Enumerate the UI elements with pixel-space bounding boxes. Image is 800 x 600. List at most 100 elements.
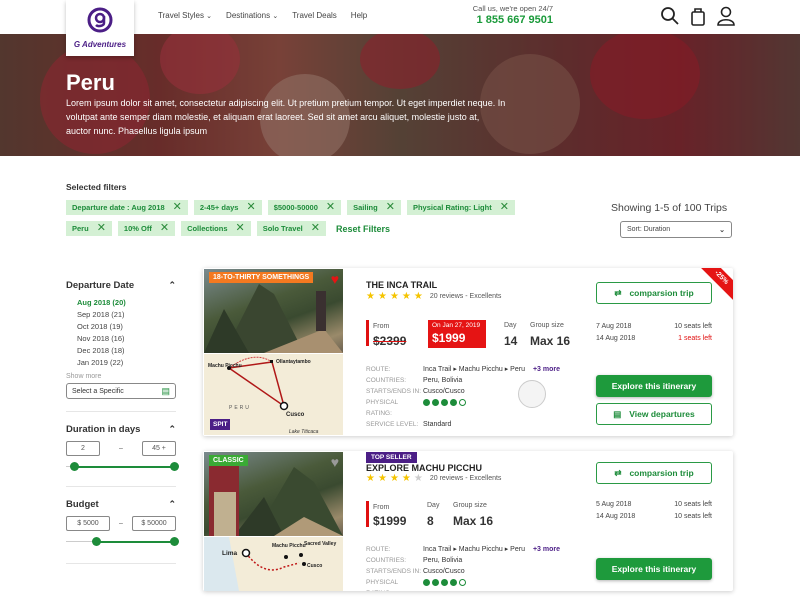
filter-sidebar: Departure Date ⌃ Aug 2018 (20) Sep 2018 (…: [66, 268, 179, 564]
nav-help[interactable]: Help: [351, 11, 367, 20]
detail-key: PHYSICAL RATING:: [366, 579, 398, 591]
budget-max-input[interactable]: $ 50000: [132, 516, 176, 531]
departure-row[interactable]: 5 Aug 2018 10 seats left: [596, 501, 712, 508]
date-option[interactable]: Sep 2018 (21): [66, 309, 176, 321]
close-icon[interactable]: ✕: [97, 223, 106, 234]
chevron-up-icon[interactable]: ⌃: [168, 424, 176, 435]
reset-filters-link[interactable]: Reset Filters: [336, 224, 390, 234]
more-route-link[interactable]: +3 more: [533, 364, 560, 375]
duration-slider[interactable]: [66, 462, 179, 472]
map-label: Sacred Valley: [304, 541, 336, 547]
search-icon[interactable]: [660, 6, 680, 26]
filter-chip[interactable]: Solo Travel ✕: [256, 221, 326, 236]
route-map[interactable]: Lima Machu Picchu Sacred Valley Cusco: [204, 537, 343, 591]
g-adventures-logo-icon: [87, 7, 113, 33]
range-separator: –: [119, 520, 123, 527]
close-icon[interactable]: ✕: [386, 202, 395, 213]
filter-chip-row: Peru ✕ 10% Off ✕ Collections ✕ Solo Travel ✕…: [66, 221, 546, 236]
detail-value: Inca Trail ▸ Machu Picchu ▸ Peru: [423, 546, 525, 553]
detail-value: Peru, Bolivia: [423, 557, 463, 564]
heart-icon[interactable]: ♥: [331, 454, 339, 470]
filter-chip[interactable]: Physical Rating: Light ✕: [406, 200, 515, 215]
date-option[interactable]: Oct 2018 (19): [66, 321, 176, 333]
slider-handle-min[interactable]: [92, 537, 101, 546]
close-icon[interactable]: ✕: [173, 202, 182, 213]
duration-min-input[interactable]: 2: [66, 441, 100, 456]
budget-min-input[interactable]: $ 5000: [66, 516, 110, 531]
close-icon[interactable]: ✕: [236, 223, 245, 234]
date-option[interactable]: Jan 2019 (22): [66, 357, 176, 369]
trip-days: 14: [504, 334, 518, 348]
map-label: Cusco: [286, 412, 305, 418]
compare-trip-button[interactable]: ⇄ comparsion trip: [596, 462, 712, 484]
filter-chip[interactable]: $5000-50000 ✕: [267, 200, 342, 215]
view-departures-button[interactable]: ▤ View departures: [596, 403, 712, 425]
detail-row: ROUTE: Inca Trail ▸ Machu Picchu ▸ Peru +3…: [366, 544, 560, 555]
departure-row[interactable]: 14 Aug 2018 10 seats left: [596, 513, 712, 520]
chevron-up-icon[interactable]: ⌃: [168, 280, 176, 291]
reviews-count[interactable]: 20 reviews - Excellents: [430, 293, 502, 300]
rating-dot-icon: [450, 578, 457, 586]
detail-row: COUNTRIES: Peru, Bolivia: [366, 555, 560, 566]
rating-dot-icon: [450, 398, 457, 406]
trip-title[interactable]: THE INCA TRAIL: [366, 280, 437, 290]
trip-title[interactable]: EXPLORE MACHU PICCHU: [366, 463, 482, 473]
slider-fill: [74, 466, 174, 468]
swap-icon: ⇄: [614, 467, 622, 478]
logo[interactable]: G Adventures: [66, 0, 134, 56]
trip-photo[interactable]: CLASSIC ♥: [204, 452, 343, 536]
slider-handle-min[interactable]: [70, 462, 80, 471]
date-option[interactable]: Aug 2018 (20): [66, 297, 176, 309]
heart-icon[interactable]: ♥: [331, 271, 339, 287]
explore-itinerary-button[interactable]: Explore this itinerary: [596, 375, 712, 397]
filter-chip[interactable]: Collections ✕: [181, 221, 251, 236]
nav-destinations[interactable]: Destinations ⌄: [226, 11, 278, 20]
chevron-up-icon[interactable]: ⌃: [168, 499, 176, 510]
date-option[interactable]: Nov 2018 (16): [66, 333, 176, 345]
budget-slider[interactable]: [66, 537, 179, 547]
nav-travel-styles[interactable]: Travel Styles ⌄: [158, 11, 212, 20]
nav-travel-deals[interactable]: Travel Deals: [292, 11, 337, 20]
route-map[interactable]: Machu Picchu Ollantaytambo PERU Cusco La…: [204, 354, 343, 435]
star-icon: ★: [401, 473, 411, 484]
trip-card: 18-TO-THIRTY SOMETHINGS ♥ Machu Picchu O…: [203, 268, 733, 436]
filter-chip[interactable]: Departure date : Aug 2018 ✕: [66, 200, 188, 215]
trip-photo[interactable]: 18-TO-THIRTY SOMETHINGS ♥: [204, 269, 343, 353]
departure-date: 5 Aug 2018: [596, 501, 632, 508]
slider-handle-max[interactable]: [170, 537, 179, 546]
close-icon[interactable]: ✕: [500, 202, 509, 213]
departure-row[interactable]: 7 Aug 2018 10 seats left: [596, 323, 712, 330]
rating-dot-icon: [423, 398, 430, 406]
rating-dot-icon: [441, 398, 448, 406]
top-seller-badge: TOP SELLER: [366, 452, 417, 463]
departure-row[interactable]: 14 Aug 2018 1 seats left: [596, 335, 712, 342]
close-icon[interactable]: ✕: [160, 223, 169, 234]
phone-number[interactable]: 1 855 667 9501: [460, 14, 553, 26]
duration-max-input[interactable]: 45 +: [142, 441, 176, 456]
filter-chip[interactable]: Peru ✕: [66, 221, 112, 236]
more-route-link[interactable]: +3 more: [533, 544, 560, 555]
user-icon[interactable]: [716, 6, 736, 26]
map-badge: SPIT: [210, 419, 231, 430]
date-option[interactable]: Dec 2018 (18): [66, 345, 176, 357]
slider-handle-max[interactable]: [170, 462, 179, 471]
compare-trip-button[interactable]: ⇄ comparsion trip: [596, 282, 712, 304]
close-icon[interactable]: ✕: [326, 202, 335, 213]
sort-select[interactable]: Sort: Duration ⌄: [620, 221, 732, 238]
close-icon[interactable]: ✕: [311, 223, 320, 234]
detail-value: Standard: [423, 421, 452, 428]
trip-style-tag: 18-TO-THIRTY SOMETHINGS: [209, 272, 314, 283]
explore-itinerary-button[interactable]: Explore this itinerary: [596, 558, 712, 580]
star-icon: ★: [413, 473, 423, 484]
filter-chip[interactable]: 2-45+ days ✕: [193, 200, 262, 215]
rating-dot-icon: [432, 578, 439, 586]
filter-chip[interactable]: Sailing ✕: [347, 200, 401, 215]
reviews-count[interactable]: 20 reviews - Excellents: [430, 475, 502, 482]
departure-date-list: Aug 2018 (20) Sep 2018 (21) Oct 2018 (19…: [66, 297, 176, 369]
bag-icon[interactable]: [688, 6, 708, 26]
show-more-link[interactable]: Show more: [66, 373, 176, 380]
filter-chip[interactable]: 10% Off ✕: [117, 221, 176, 236]
specific-date-input[interactable]: Select a Specific ▤: [66, 383, 176, 399]
detail-value: Cusco/Cusco: [423, 568, 465, 575]
close-icon[interactable]: ✕: [246, 202, 255, 213]
